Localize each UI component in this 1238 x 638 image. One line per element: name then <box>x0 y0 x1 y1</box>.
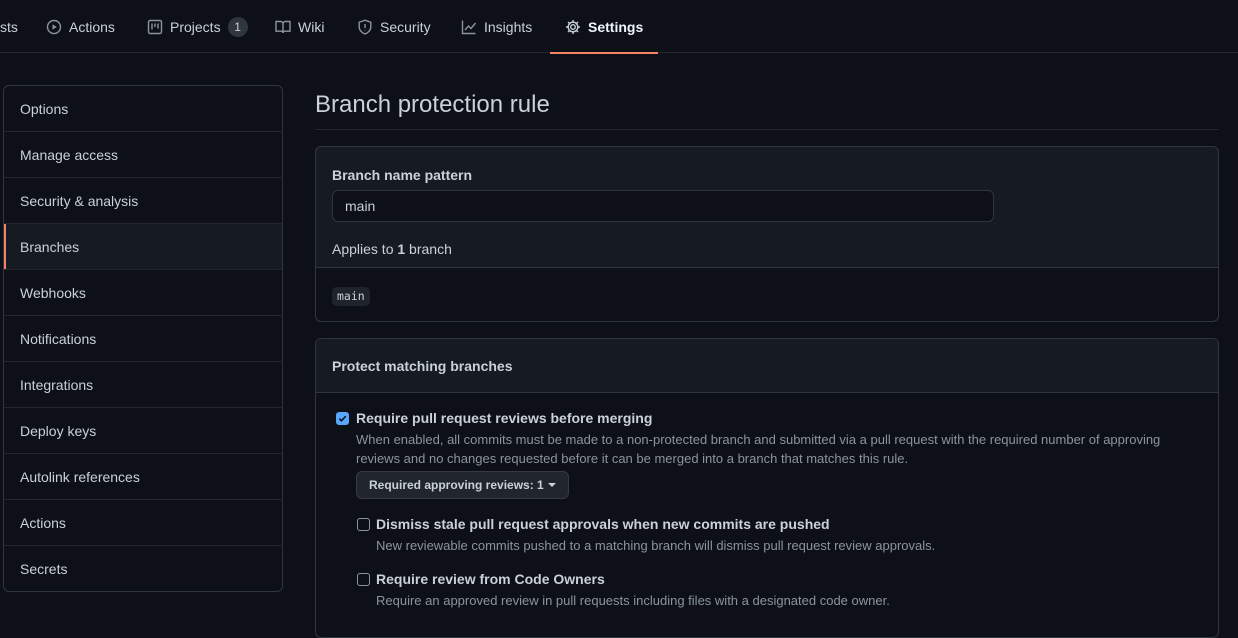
tab-pull-requests[interactable]: sts <box>0 0 18 53</box>
check-icon <box>338 415 347 422</box>
sidebar-item-label: Secrets <box>20 561 68 577</box>
tab-label: sts <box>0 18 18 35</box>
branch-pattern-input[interactable] <box>332 190 994 222</box>
sidebar-item-label: Options <box>20 100 69 117</box>
applies-count: 1 <box>397 241 406 257</box>
sidebar-item-label: Integrations <box>20 376 94 393</box>
tab-label: Actions <box>69 18 115 35</box>
sidebar-item-label: Manage access <box>20 146 119 163</box>
graph-icon <box>461 20 477 34</box>
tab-label: Security <box>380 18 431 35</box>
sidebar-item-webhooks[interactable]: Webhooks <box>4 270 282 316</box>
main-content: Branch protection rule Branch name patte… <box>315 85 1219 638</box>
sidebar-item-label: Actions <box>20 514 66 531</box>
protect-heading: Protect matching branches <box>316 339 1218 393</box>
tab-wiki[interactable]: Wiki <box>275 0 324 53</box>
sidebar-item-label: Autolink references <box>20 468 140 485</box>
sidebar-item-label: Branches <box>20 238 80 255</box>
tab-label: Wiki <box>298 18 325 35</box>
applies-suffix: branch <box>405 241 452 257</box>
gear-icon <box>566 19 580 34</box>
applies-prefix: Applies to <box>332 241 398 257</box>
projects-counter: 1 <box>227 16 248 37</box>
branch-pattern-label: Branch name pattern <box>332 167 473 183</box>
matched-branch-chip: main <box>332 287 370 306</box>
approving-reviews-label: Required approving reviews: 1 <box>369 478 544 492</box>
sidebar-item-label: Deploy keys <box>20 422 97 439</box>
tab-label: Projects <box>170 18 221 35</box>
tab-projects[interactable]: Projects 1 <box>147 0 248 53</box>
tab-label: Insights <box>484 18 533 35</box>
repo-nav: sts Actions Projects 1 Wiki Security Ins… <box>0 0 1238 54</box>
applies-to-text: Applies to 1 branch <box>332 241 452 257</box>
shield-icon <box>358 18 372 35</box>
sidebar-item-label: Notifications <box>20 330 97 347</box>
protect-branches-box: Protect matching branches Require pull r… <box>315 338 1219 638</box>
sidebar-item-integrations[interactable]: Integrations <box>4 362 282 408</box>
sidebar-item-options[interactable]: Options <box>4 86 282 132</box>
sidebar-item-autolink-references[interactable]: Autolink references <box>4 454 282 500</box>
sidebar-item-notifications[interactable]: Notifications <box>4 316 282 362</box>
page-title: Branch protection rule <box>315 85 1219 130</box>
matched-branches: main <box>316 267 1218 321</box>
tab-label: Settings <box>588 18 644 35</box>
sidebar-item-security-analysis[interactable]: Security & analysis <box>4 178 282 224</box>
sidebar-item-manage-access[interactable]: Manage access <box>4 132 282 178</box>
tab-security[interactable]: Security <box>357 0 431 53</box>
dismiss-stale-desc: New reviewable commits pushed to a match… <box>376 538 936 553</box>
project-icon <box>147 19 163 34</box>
settings-sidebar: Options Manage access Security & analysi… <box>3 85 283 592</box>
code-owners-title: Require review from Code Owners <box>376 571 605 587</box>
code-owners-desc: Require an approved review in pull reque… <box>376 593 890 608</box>
require-reviews-desc: When enabled, all commits must be made t… <box>356 432 1161 466</box>
tab-settings[interactable]: Settings <box>549 0 659 54</box>
sidebar-item-deploy-keys[interactable]: Deploy keys <box>4 408 282 454</box>
dismiss-stale-title: Dismiss stale pull request approvals whe… <box>376 516 830 532</box>
sidebar-item-label: Webhooks <box>20 284 86 301</box>
sidebar-item-label: Security & analysis <box>20 192 139 209</box>
caret-down-icon <box>547 483 556 487</box>
play-icon <box>46 19 62 34</box>
require-reviews-checkbox[interactable] <box>336 412 349 425</box>
approving-reviews-select[interactable]: Required approving reviews: 1 <box>356 471 569 499</box>
tab-insights[interactable]: Insights <box>461 0 532 53</box>
dismiss-stale-checkbox[interactable] <box>357 518 370 531</box>
code-owners-checkbox[interactable] <box>357 573 370 586</box>
sidebar-item-secrets[interactable]: Secrets <box>4 546 282 591</box>
sidebar-item-branches[interactable]: Branches <box>4 224 282 270</box>
sidebar-item-actions[interactable]: Actions <box>4 500 282 546</box>
branch-pattern-box: Branch name pattern Applies to 1 branch … <box>315 146 1219 322</box>
tab-actions[interactable]: Actions <box>46 0 115 53</box>
require-reviews-title: Require pull request reviews before merg… <box>356 410 653 426</box>
book-icon <box>275 20 291 33</box>
